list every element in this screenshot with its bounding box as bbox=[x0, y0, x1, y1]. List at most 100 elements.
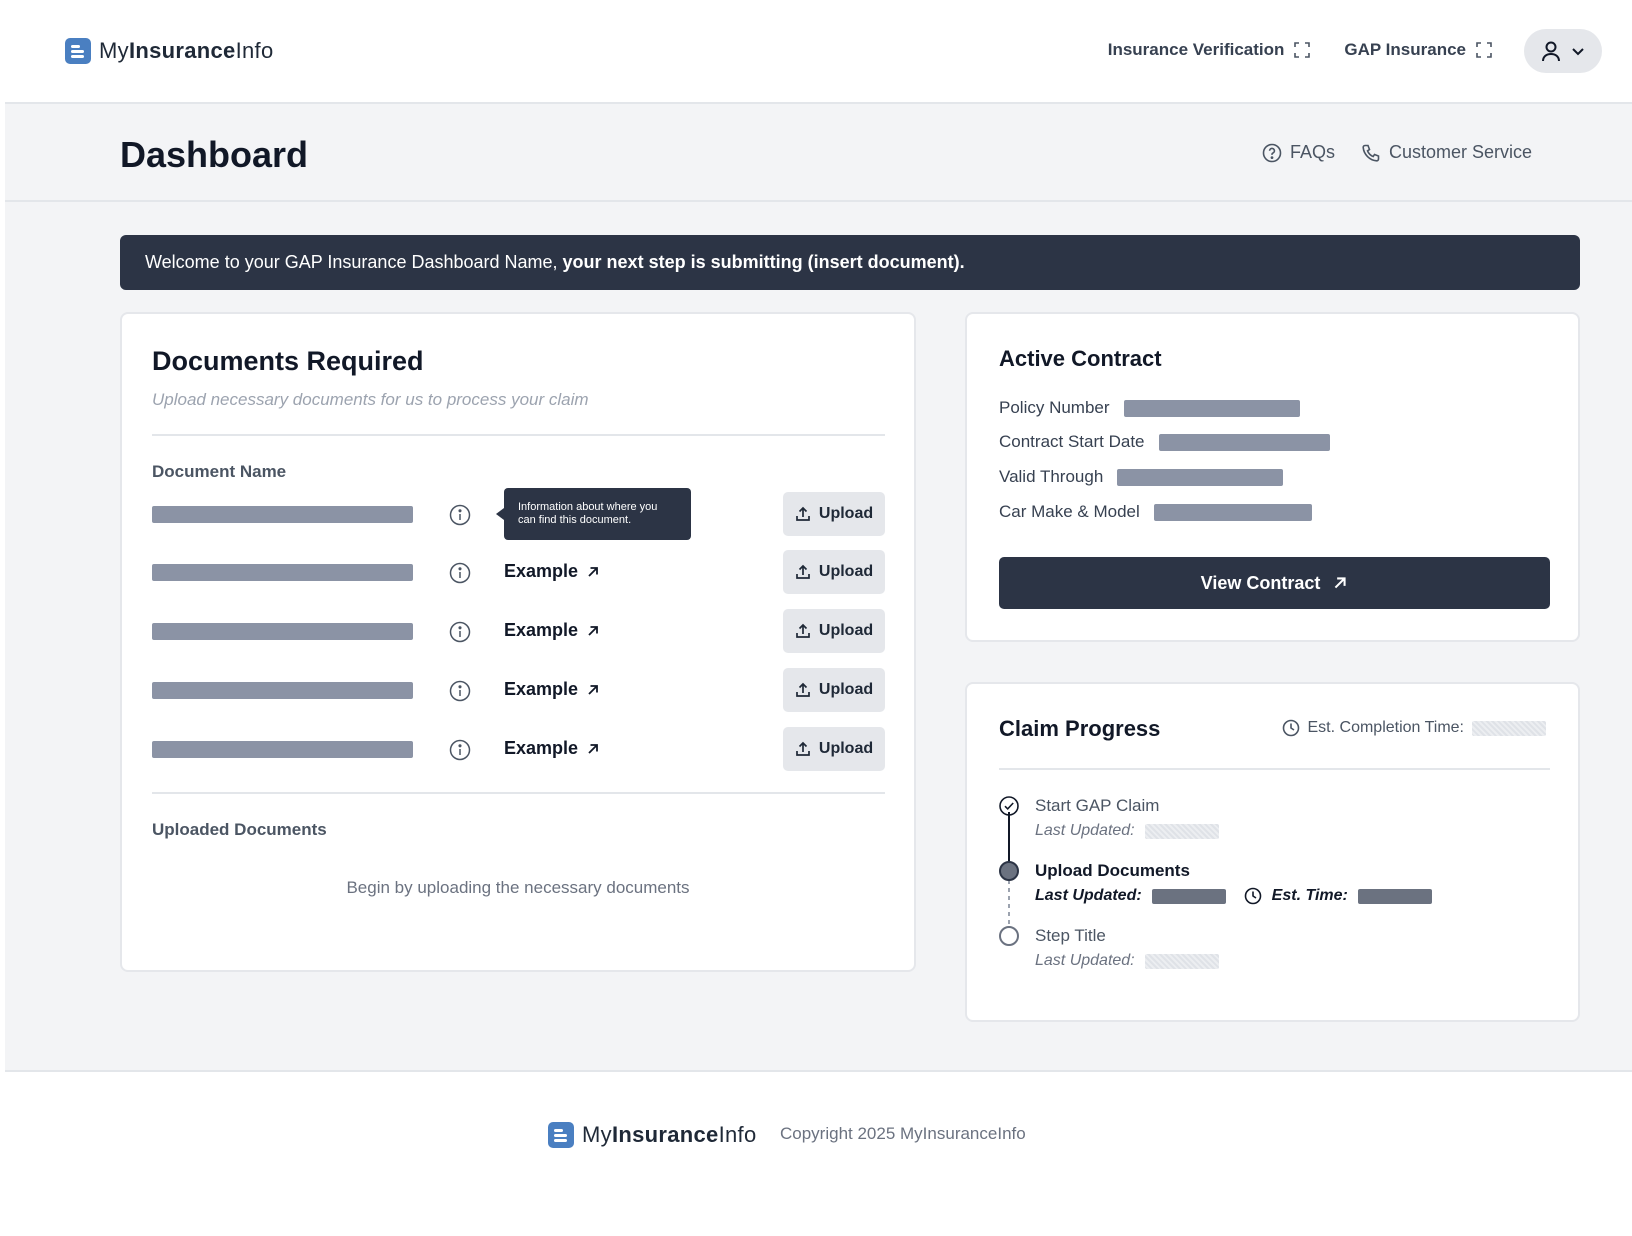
nav-gap-insurance[interactable]: GAP Insurance bbox=[1344, 40, 1492, 60]
est-time-placeholder bbox=[1357, 888, 1432, 904]
info-icon[interactable] bbox=[449, 621, 471, 643]
document-name-placeholder bbox=[152, 564, 413, 581]
app-frame: MyInsuranceInfo Insurance Verification G… bbox=[5, 0, 1632, 1236]
expand-icon bbox=[1476, 42, 1492, 58]
external-arrow-icon bbox=[588, 743, 598, 754]
banner-text: Welcome to your GAP Insurance Dashboard … bbox=[145, 252, 558, 272]
field-label: Car Make & Model bbox=[999, 502, 1140, 521]
est-completion-placeholder bbox=[1472, 720, 1546, 736]
info-icon[interactable] bbox=[449, 739, 471, 761]
example-label: Example bbox=[504, 679, 579, 699]
upload-label: Upload bbox=[818, 622, 874, 639]
upload-icon bbox=[796, 564, 810, 579]
step-title: Upload Documents bbox=[1035, 861, 1190, 880]
documents-title: Documents Required bbox=[152, 346, 424, 376]
info-tooltip: Information about where you can find thi… bbox=[496, 488, 691, 540]
dashboard-main: Welcome to your GAP Insurance Dashboard … bbox=[5, 202, 1632, 1072]
document-row: Example Upload bbox=[152, 668, 885, 712]
nav-insurance-verification[interactable]: Insurance Verification bbox=[1108, 40, 1311, 60]
divider bbox=[152, 792, 885, 794]
top-navigation: MyInsuranceInfo Insurance Verification G… bbox=[5, 0, 1632, 104]
divider bbox=[999, 768, 1550, 770]
current-step-dot bbox=[999, 861, 1019, 881]
last-updated-placeholder bbox=[1151, 888, 1226, 904]
contract-title: Active Contract bbox=[999, 346, 1162, 371]
page-header: Dashboard FAQs Customer Service bbox=[5, 104, 1632, 202]
document-row: Example Upload bbox=[152, 550, 885, 594]
field-label: Contract Start Date bbox=[999, 432, 1145, 451]
view-contract-button[interactable]: View Contract bbox=[999, 557, 1550, 609]
info-icon[interactable] bbox=[449, 562, 471, 584]
est-completion-label: Est. Completion Time: bbox=[1307, 719, 1465, 736]
example-label: Example bbox=[504, 738, 579, 758]
contract-field: Contract Start Date bbox=[999, 432, 1330, 452]
phone-icon bbox=[1362, 144, 1380, 162]
step-meta: Last Updated: Est. Time: bbox=[1035, 887, 1432, 905]
welcome-banner: Welcome to your GAP Insurance Dashboard … bbox=[120, 235, 1580, 290]
copyright-text: Copyright 2025 MyInsuranceInfo bbox=[780, 1124, 1026, 1143]
faqs-link[interactable]: FAQs bbox=[1262, 142, 1335, 163]
chevron-down-icon bbox=[1572, 48, 1584, 56]
banner-next-step: your next step is submitting (insert doc… bbox=[562, 252, 965, 272]
example-link[interactable]: Example bbox=[504, 738, 600, 759]
upload-icon bbox=[796, 623, 810, 638]
timeline-connector bbox=[1008, 880, 1010, 928]
progress-title: Claim Progress bbox=[999, 716, 1161, 741]
step-meta: Last Updated: bbox=[1035, 952, 1219, 970]
document-row: Example Upload bbox=[152, 727, 885, 771]
document-name-placeholder bbox=[152, 506, 413, 523]
check-circle-icon bbox=[999, 796, 1019, 816]
upload-button[interactable]: Upload bbox=[783, 668, 885, 712]
contract-field: Policy Number bbox=[999, 398, 1300, 418]
uploaded-empty-message: Begin by uploading the necessary documen… bbox=[346, 878, 690, 897]
upload-button[interactable]: Upload bbox=[783, 492, 885, 536]
document-name-placeholder bbox=[152, 741, 413, 758]
example-link[interactable]: Example bbox=[504, 620, 600, 641]
nav-link-label: Insurance Verification bbox=[1107, 40, 1285, 59]
upload-button[interactable]: Upload bbox=[783, 609, 885, 653]
upload-button[interactable]: Upload bbox=[783, 550, 885, 594]
example-link[interactable]: Example bbox=[504, 561, 600, 582]
brand-name: MyInsuranceInfo bbox=[99, 38, 274, 63]
upload-label: Upload bbox=[818, 681, 874, 698]
divider bbox=[152, 434, 885, 436]
external-arrow-icon bbox=[588, 684, 598, 695]
clock-icon bbox=[1282, 719, 1299, 737]
last-updated-label: Last Updated: bbox=[1035, 887, 1142, 904]
info-icon[interactable] bbox=[449, 504, 471, 526]
upload-label: Upload bbox=[818, 563, 874, 580]
user-menu-button[interactable] bbox=[1524, 29, 1602, 73]
last-updated-label: Last Updated: bbox=[1035, 822, 1135, 839]
active-contract-card: Active Contract Policy Number Contract S… bbox=[965, 312, 1580, 642]
customer-service-label: Customer Service bbox=[1388, 142, 1532, 162]
help-links: FAQs Customer Service bbox=[1262, 142, 1532, 163]
document-name-header: Document Name bbox=[152, 462, 287, 481]
field-label: Policy Number bbox=[999, 398, 1110, 417]
external-arrow-icon bbox=[1335, 577, 1346, 589]
documents-required-card: Documents Required Upload necessary docu… bbox=[120, 312, 916, 972]
upload-icon bbox=[796, 682, 810, 697]
document-name-placeholder bbox=[152, 682, 413, 699]
step-title: Step Title bbox=[1035, 926, 1106, 945]
est-time-label: Est. Time: bbox=[1271, 887, 1348, 904]
question-circle-icon bbox=[1262, 143, 1282, 162]
upload-button[interactable]: Upload bbox=[783, 727, 885, 771]
brand-logo[interactable]: MyInsuranceInfo bbox=[65, 38, 274, 67]
example-label: Example bbox=[504, 561, 579, 581]
field-value-placeholder bbox=[1117, 468, 1284, 486]
document-row: Information about where you can find thi… bbox=[152, 488, 885, 540]
upload-icon bbox=[796, 506, 810, 521]
step-title: Start GAP Claim bbox=[1035, 796, 1160, 815]
faqs-label: FAQs bbox=[1289, 142, 1335, 162]
primary-nav: Insurance Verification GAP Insurance bbox=[1108, 40, 1492, 60]
example-link[interactable]: Example bbox=[504, 679, 600, 700]
footer-logo[interactable]: MyInsuranceInfo bbox=[548, 1122, 756, 1151]
customer-service-link[interactable]: Customer Service bbox=[1361, 142, 1532, 163]
page-title: Dashboard bbox=[120, 134, 309, 175]
expand-icon bbox=[1294, 42, 1311, 58]
info-icon[interactable] bbox=[449, 680, 471, 702]
last-updated-placeholder bbox=[1144, 823, 1219, 839]
contract-field: Car Make & Model bbox=[999, 502, 1312, 522]
upload-icon bbox=[796, 741, 810, 756]
logo-icon bbox=[548, 1122, 577, 1151]
